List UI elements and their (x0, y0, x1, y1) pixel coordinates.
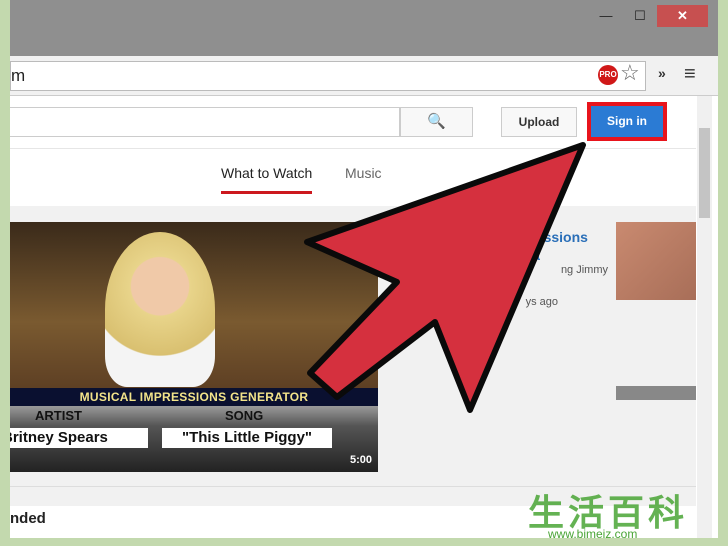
pointer-arrow-icon (304, 142, 586, 413)
arrow-shape (304, 142, 586, 413)
watermark-url: www.bimeiz.com (548, 527, 638, 541)
